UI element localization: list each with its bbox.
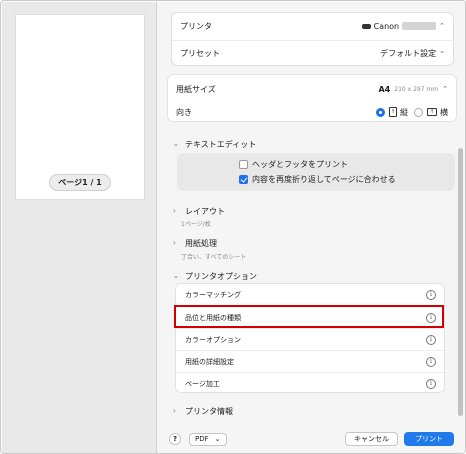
paper-handling-section-toggle[interactable]: › 用紙処理 xyxy=(173,236,217,250)
paper-size-group: 用紙サイズ A4 210 x 297 mm ⌃ 向き ↑ 縦 ↑ 横 xyxy=(167,74,457,122)
info-icon[interactable]: i xyxy=(426,312,436,323)
printer-info-section-toggle[interactable]: › プリンタ情報 xyxy=(173,404,233,418)
portrait-icon: ↑ xyxy=(389,107,397,117)
page-preview xyxy=(15,14,145,200)
print-button[interactable]: プリント xyxy=(404,432,454,446)
option-row-color-matching[interactable]: カラーマッチング i xyxy=(176,284,444,306)
info-icon[interactable]: i xyxy=(426,334,436,345)
rewrap-option[interactable]: 内容を再度折り返してページに合わせる xyxy=(239,174,396,185)
paper-size-row[interactable]: 用紙サイズ A4 210 x 297 mm ⌃ xyxy=(168,77,456,101)
header-footer-checkbox[interactable] xyxy=(239,160,248,169)
chevron-right-icon: › xyxy=(173,239,176,247)
option-label: ページ加工 xyxy=(185,379,220,388)
chevron-right-icon: › xyxy=(173,207,176,215)
print-dialog: ページ1 / 1 プリンタ Canon ⌃ プリセット デフォルト設定 ⌃ 用紙… xyxy=(0,0,466,454)
printer-options-section-toggle[interactable]: ⌄ プリンタオプション xyxy=(173,269,257,283)
printer-row[interactable]: プリンタ Canon ⌃ xyxy=(172,13,453,39)
paper-handling-heading: 用紙処理 xyxy=(185,238,217,248)
portrait-label: 縦 xyxy=(400,107,408,117)
printer-icon xyxy=(361,23,371,29)
paper-size-label: 用紙サイズ xyxy=(176,84,216,94)
rewrap-checkbox[interactable] xyxy=(239,175,248,184)
chevron-updown-icon: ⌃ xyxy=(442,85,448,93)
printer-preset-group: プリンタ Canon ⌃ プリセット デフォルト設定 ⌃ xyxy=(171,12,454,66)
landscape-label: 横 xyxy=(440,107,448,117)
textedit-heading: テキストエディット xyxy=(185,139,257,149)
help-button[interactable]: ? xyxy=(169,433,181,445)
pdf-menu-button[interactable]: PDF ⌄ xyxy=(189,432,227,446)
portrait-radio[interactable] xyxy=(376,107,385,117)
option-row-quality-media[interactable]: 品位と用紙の種類 i xyxy=(176,306,444,328)
info-icon[interactable]: i xyxy=(426,378,436,389)
chevron-updown-icon: ⌃ xyxy=(439,49,445,58)
chevron-down-icon: ⌄ xyxy=(214,435,221,443)
orientation-label: 向き xyxy=(176,107,192,117)
option-label: カラーマッチング xyxy=(185,291,241,299)
info-icon[interactable]: i xyxy=(426,356,436,367)
layout-section-toggle[interactable]: › レイアウト xyxy=(173,204,225,218)
chevron-down-icon: ⌄ xyxy=(173,272,179,280)
scrollbar[interactable] xyxy=(458,148,463,416)
printer-options-list: カラーマッチング i 品位と用紙の種類 i カラーオプション i 用紙の詳細設定… xyxy=(175,283,445,393)
orientation-row: 向き ↑ 縦 ↑ 横 xyxy=(168,100,456,124)
header-footer-option[interactable]: ヘッダとフッタをプリント xyxy=(239,159,348,170)
header-footer-label: ヘッダとフッタをプリント xyxy=(252,160,348,169)
printer-info-heading: プリンタ情報 xyxy=(185,406,233,416)
cancel-button[interactable]: キャンセル xyxy=(345,432,398,446)
page-indicator[interactable]: ページ1 / 1 xyxy=(49,174,111,191)
chevron-updown-icon: ⌃ xyxy=(439,22,445,30)
rewrap-label: 内容を再度折り返してページに合わせる xyxy=(252,175,396,184)
printer-options-heading: プリンタオプション xyxy=(185,271,257,281)
preset-row[interactable]: プリセット デフォルト設定 ⌃ xyxy=(172,40,453,66)
chevron-right-icon: › xyxy=(173,407,176,415)
chevron-down-icon: ⌄ xyxy=(173,140,179,148)
paper-handling-summary: 丁合い、すべてのシート xyxy=(181,254,247,261)
paper-size-value: A4 xyxy=(378,84,391,94)
textedit-options: ヘッダとフッタをプリント 内容を再度折り返してページに合わせる xyxy=(177,153,455,191)
bottom-bar: ? PDF ⌄ キャンセル プリント xyxy=(157,426,465,452)
option-label: カラーオプション xyxy=(185,335,241,344)
landscape-radio[interactable] xyxy=(414,107,423,117)
option-row-paper-detail[interactable]: 用紙の詳細設定 i xyxy=(176,350,444,372)
preset-value: デフォルト設定 xyxy=(380,49,437,58)
printer-value: Canon xyxy=(373,21,400,31)
option-label: 品位と用紙の種類 xyxy=(185,313,241,322)
pdf-label: PDF xyxy=(195,435,209,443)
preset-label: プリセット xyxy=(180,49,220,58)
option-row-page-processing[interactable]: ページ加工 i xyxy=(176,372,444,394)
layout-heading: レイアウト xyxy=(185,206,225,216)
layout-summary: 1ページ/枚 xyxy=(181,221,211,228)
textedit-section-toggle[interactable]: ⌄ テキストエディット xyxy=(173,137,256,151)
paper-size-dims: 210 x 297 mm xyxy=(394,85,439,93)
settings-pane: プリンタ Canon ⌃ プリセット デフォルト設定 ⌃ 用紙サイズ A4 21… xyxy=(157,2,465,453)
preview-pane: ページ1 / 1 xyxy=(2,2,157,453)
option-row-color-options[interactable]: カラーオプション i xyxy=(176,328,444,350)
redacted-printer-model xyxy=(402,22,437,30)
printer-label: プリンタ xyxy=(180,21,212,31)
info-icon[interactable]: i xyxy=(426,290,436,300)
landscape-icon: ↑ xyxy=(427,108,437,116)
settings-scroll-area[interactable]: 用紙サイズ A4 210 x 297 mm ⌃ 向き ↑ 縦 ↑ 横 ⌄ テキス xyxy=(157,74,465,424)
option-label: 用紙の詳細設定 xyxy=(185,357,234,366)
